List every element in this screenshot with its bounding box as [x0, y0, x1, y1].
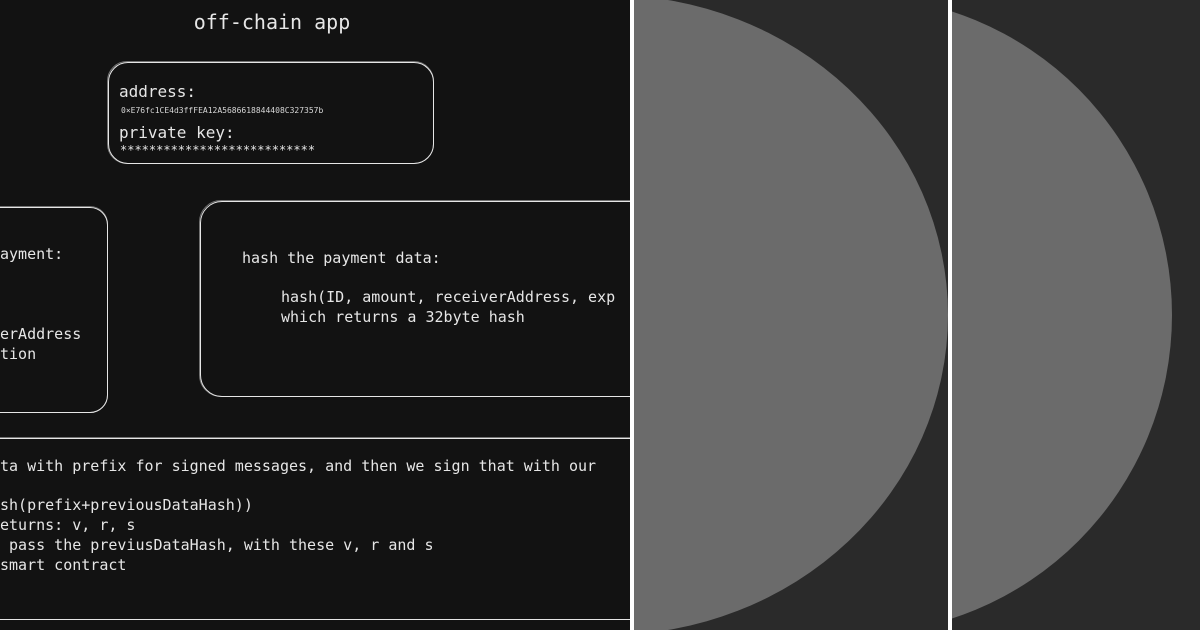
address-value: 0×E76fc1CE4d3ffFEA12A5686618844408C32735…	[121, 106, 324, 115]
private-key-value: ***************************	[120, 143, 316, 157]
payment-line-receiver: erAddress	[0, 325, 82, 343]
payment-line-expiration: tion	[0, 345, 37, 363]
hash-line-call: hash(ID, amount, receiverAddress, exp	[281, 288, 616, 306]
hash-line-returns: which returns a 32byte hash	[281, 308, 525, 326]
payment-heading: ayment:	[0, 245, 64, 263]
sign-line-returns: eturns: v, r, s	[0, 516, 136, 534]
grey-disc-middle	[634, 0, 948, 630]
private-key-label: private key:	[119, 123, 235, 142]
hash-heading: hash the payment data:	[242, 249, 441, 267]
sign-line-hash: sh(prefix+previousDataHash))	[0, 496, 253, 514]
middle-panel	[634, 0, 948, 630]
right-panel	[952, 0, 1200, 630]
grey-disc-right	[952, 0, 1172, 630]
sign-line-pass: pass the previusDataHash, with these v, …	[0, 536, 434, 554]
address-label: address:	[119, 82, 197, 101]
sign-line-contract: smart contract	[0, 556, 127, 574]
diagram-canvas: off-chain app address: 0×E76fc1CE4d3ffFE…	[0, 0, 630, 630]
sign-line-prefix: ta with prefix for signed messages, and …	[0, 457, 597, 475]
diagram-title: off-chain app	[193, 10, 351, 34]
payment-box	[0, 206, 108, 413]
